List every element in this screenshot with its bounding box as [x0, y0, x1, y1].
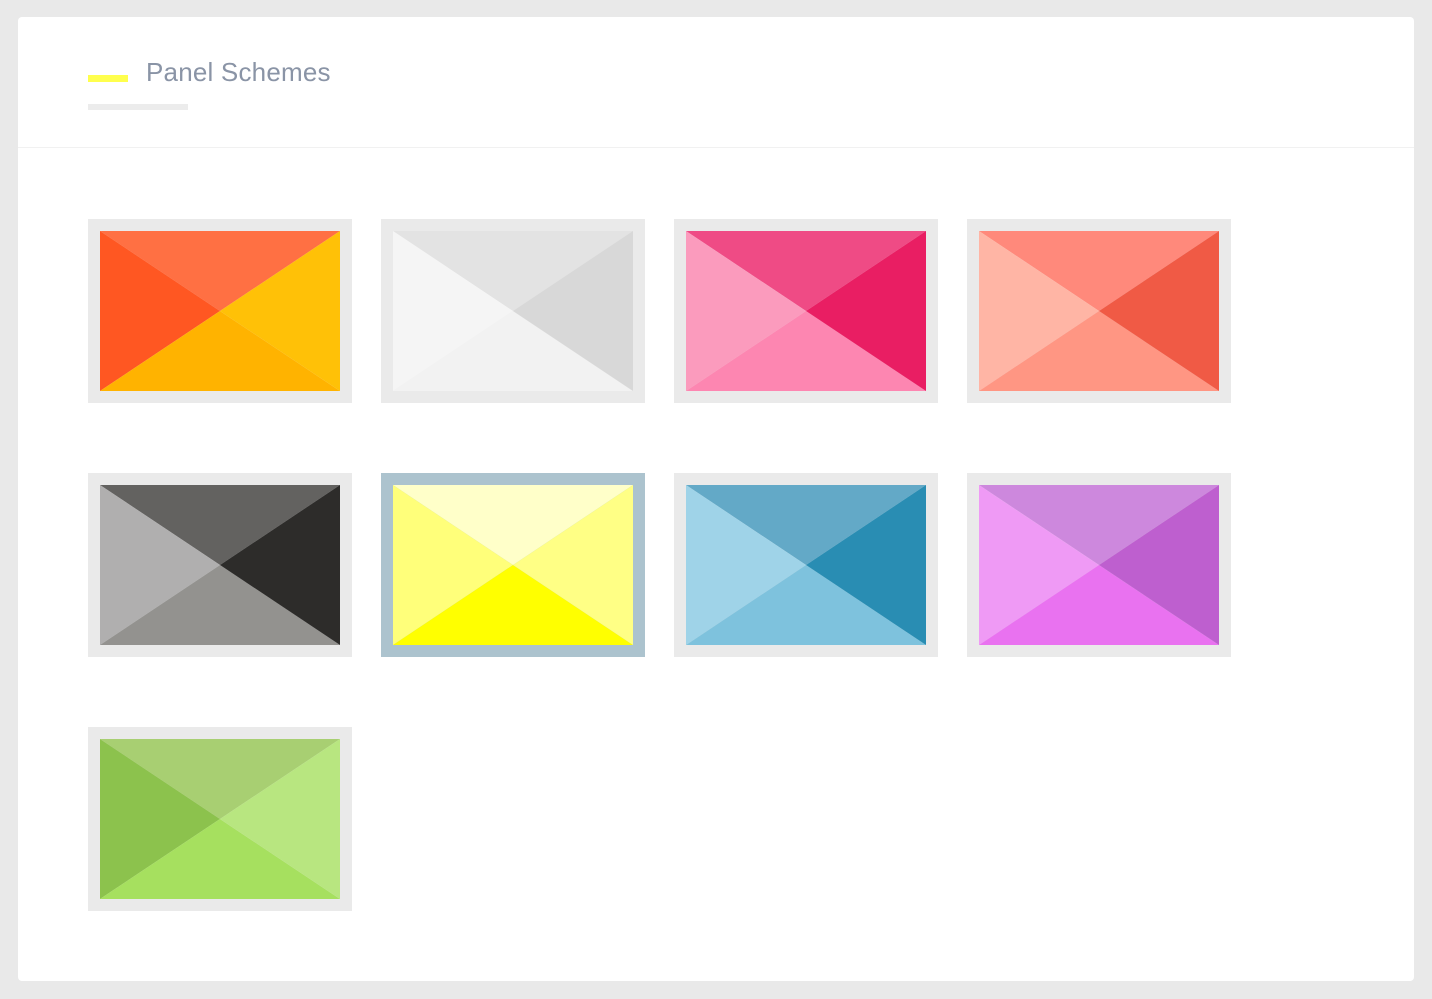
scheme-preview-orange	[100, 231, 340, 391]
scheme-swatch-pink[interactable]	[674, 219, 938, 403]
scheme-preview-yellow	[393, 485, 633, 645]
scheme-swatch-yellow[interactable]	[381, 473, 645, 657]
scheme-swatch-purple[interactable]	[967, 473, 1231, 657]
scheme-swatch-blue[interactable]	[674, 473, 938, 657]
scheme-swatch-orange[interactable]	[88, 219, 352, 403]
scheme-swatch-light[interactable]	[381, 219, 645, 403]
panel-header: Panel Schemes	[18, 17, 1414, 148]
scheme-swatch-green[interactable]	[88, 727, 352, 911]
panel-title: Panel Schemes	[146, 57, 331, 87]
title-underline	[88, 104, 188, 110]
scheme-swatch-salmon[interactable]	[967, 219, 1231, 403]
scheme-preview-light	[393, 231, 633, 391]
scheme-preview-blue	[686, 485, 926, 645]
scheme-preview-purple	[979, 485, 1219, 645]
scheme-preview-green	[100, 739, 340, 899]
panel-schemes-card: Panel Schemes	[18, 17, 1414, 981]
scheme-preview-dark	[100, 485, 340, 645]
scheme-swatch-dark[interactable]	[88, 473, 352, 657]
scheme-preview-pink	[686, 231, 926, 391]
scheme-preview-salmon	[979, 231, 1219, 391]
title-accent-bar	[88, 75, 128, 82]
